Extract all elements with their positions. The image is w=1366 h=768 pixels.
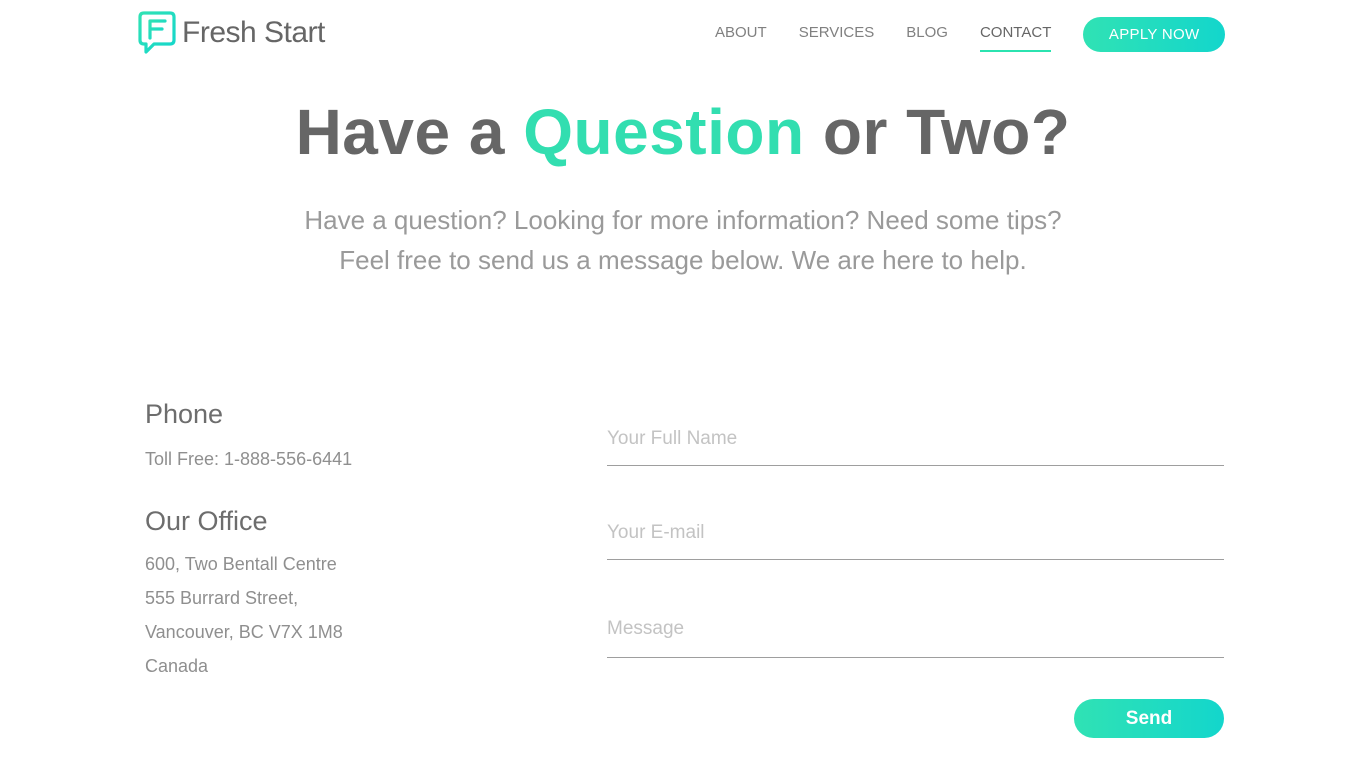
address-line: 600, Two Bentall Centre xyxy=(145,554,337,574)
nav-link-contact[interactable]: CONTACT xyxy=(979,25,1052,52)
nav-link-services[interactable]: SERVICES xyxy=(799,25,875,44)
address-line: Vancouver, BC V7X 1M8 xyxy=(145,622,343,642)
nav-link-about[interactable]: ABOUT xyxy=(715,25,767,44)
office-address: 600, Two Bentall Centre 555 Burrard Stre… xyxy=(145,547,505,683)
page-title: Have a Question or Two? xyxy=(0,92,1366,172)
phone-number[interactable]: Toll Free: 1-888-556-6441 xyxy=(145,442,505,476)
title-accent: Question xyxy=(523,96,805,168)
message-input[interactable] xyxy=(607,600,1224,658)
address-line: Canada xyxy=(145,656,209,676)
address-line: 555 Burrard Street, xyxy=(145,588,299,608)
speech-bubble-f-icon xyxy=(138,11,176,54)
main-nav: ABOUT SERVICES BLOG CONTACT APPLY NOW xyxy=(715,17,1225,52)
apply-now-button[interactable]: APPLY NOW xyxy=(1083,17,1225,52)
intro-line-1: Have a question? Looking for more inform… xyxy=(304,205,1062,235)
phone-heading: Phone xyxy=(145,399,224,429)
title-before: Have a xyxy=(295,96,524,168)
send-button[interactable]: Send xyxy=(1074,699,1224,738)
contact-page: Fresh Start ABOUT SERVICES BLOG CONTACT … xyxy=(0,0,1366,768)
logo-text: Fresh Start xyxy=(182,16,325,49)
email-input[interactable] xyxy=(607,506,1224,560)
intro-line-2: Feel free to send us a message below. We… xyxy=(339,245,1027,275)
office-heading: Our Office xyxy=(145,506,268,536)
title-after: or Two? xyxy=(804,96,1071,168)
logo-link[interactable]: Fresh Start xyxy=(138,10,325,56)
full-name-input[interactable] xyxy=(607,412,1224,466)
contact-info: Phone Toll Free: 1-888-556-6441 Our Offi… xyxy=(145,396,505,683)
intro-text: Have a question? Looking for more inform… xyxy=(0,200,1366,280)
contact-form: Send xyxy=(607,412,1224,738)
nav-link-blog[interactable]: BLOG xyxy=(906,25,948,44)
